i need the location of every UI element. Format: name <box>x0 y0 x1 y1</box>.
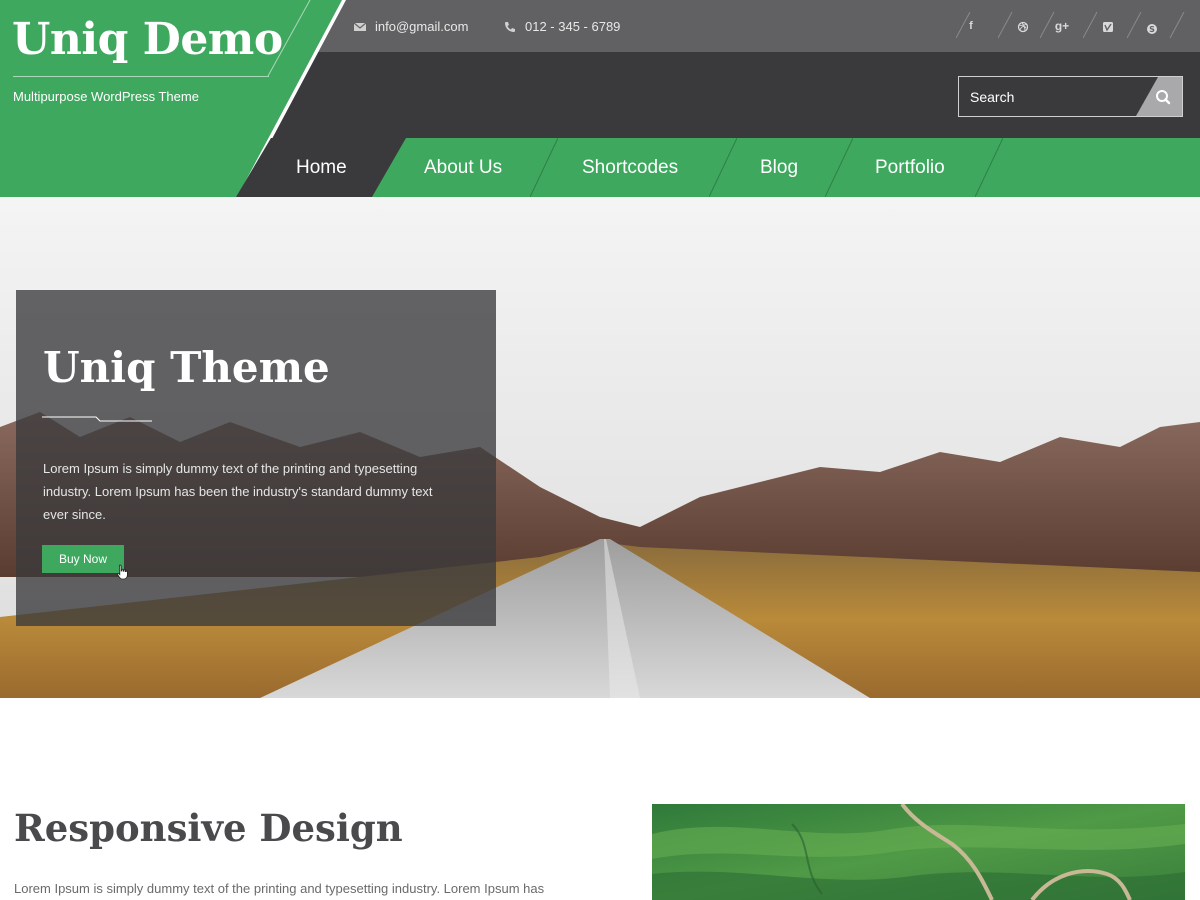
skype-link[interactable]: S <box>1127 12 1157 40</box>
nav-home[interactable]: Home <box>296 138 347 197</box>
section-paragraph: Lorem Ipsum is simply dummy text of the … <box>14 881 545 896</box>
hero-title: Uniq Theme <box>43 343 330 392</box>
envelope-icon <box>354 22 366 31</box>
site-title[interactable]: Uniq Demo <box>12 14 283 65</box>
nav-portfolio[interactable]: Portfolio <box>875 138 945 197</box>
hero-divider <box>42 416 152 422</box>
nav-shortcodes[interactable]: Shortcodes <box>582 138 678 197</box>
search-input[interactable] <box>959 77 1139 116</box>
google-plus-link[interactable]: g+ <box>1040 12 1070 40</box>
site-tagline: Multipurpose WordPress Theme <box>13 89 199 104</box>
nav-blog[interactable]: Blog <box>760 138 798 197</box>
google-plus-icon: g+ <box>1054 19 1070 33</box>
nav-separator <box>530 138 558 197</box>
site-header: Uniq Demo Multipurpose WordPress Theme i… <box>0 0 1200 197</box>
nav-about-us[interactable]: About Us <box>424 138 502 197</box>
facebook-icon: f <box>969 20 973 32</box>
nav-separator <box>709 138 737 197</box>
facebook-link[interactable]: f <box>956 12 986 40</box>
phone-icon <box>505 21 515 32</box>
svg-text:S: S <box>1149 25 1155 34</box>
nav-separator <box>975 138 1003 197</box>
contact-phone[interactable]: 012 - 345 - 6789 <box>504 19 620 34</box>
contact-email-text: info@gmail.com <box>375 19 469 34</box>
vimeo-link[interactable] <box>1083 12 1113 40</box>
nav-separator <box>825 138 853 197</box>
section-landscape-image <box>652 804 1185 900</box>
section-heading: Responsive Design <box>14 806 403 850</box>
hero-description: Lorem Ipsum is simply dummy text of the … <box>43 461 433 522</box>
contact-phone-text: 012 - 345 - 6789 <box>525 19 621 34</box>
search-button[interactable] <box>1136 77 1182 116</box>
dribbble-link[interactable] <box>998 12 1028 40</box>
search-form <box>958 76 1183 117</box>
social-divider <box>1169 12 1185 39</box>
hero-slider: Uniq Theme Lorem Ipsum is simply dummy t… <box>0 197 1200 698</box>
title-divider <box>13 76 269 77</box>
contact-email[interactable]: info@gmail.com <box>354 19 468 34</box>
hero-caption-card: Uniq Theme Lorem Ipsum is simply dummy t… <box>16 290 496 626</box>
hand-cursor-icon <box>117 564 128 580</box>
buy-now-button[interactable]: Buy Now <box>42 545 124 573</box>
